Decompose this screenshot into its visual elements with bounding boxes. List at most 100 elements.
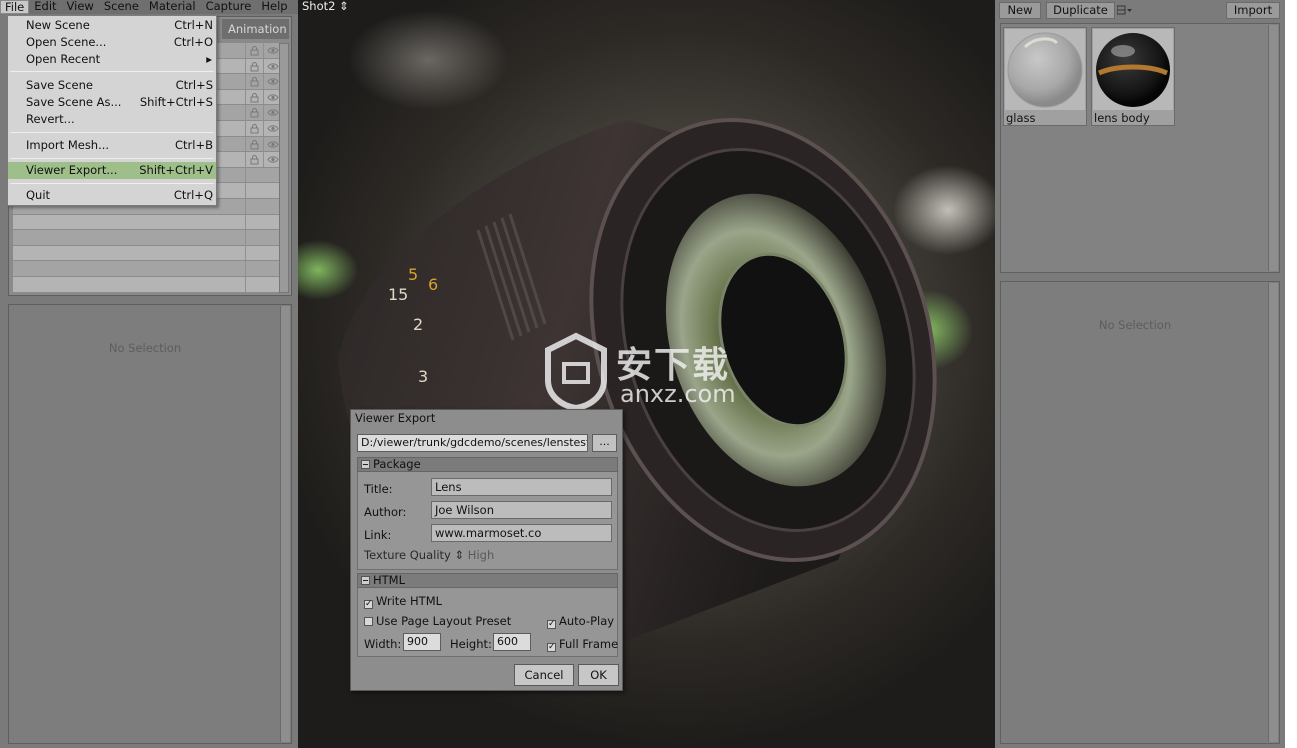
window-edge [1285,0,1297,748]
menu-help[interactable]: Help [256,0,292,14]
checkbox-checked-icon: ✓ [547,619,556,629]
row-column-divider [245,230,263,245]
collapse-icon [361,576,370,585]
left-no-selection-text: No Selection [108,341,182,355]
svg-text:6: 6 [428,275,438,294]
menubar: File Edit View Scene Material Capture He… [0,0,298,14]
use-page-layout-checkbox[interactable]: Use Page Layout Preset [364,614,511,628]
svg-text:3: 3 [418,367,428,386]
link-label: Link: [364,528,392,542]
author-input[interactable]: Joe Wilson [431,501,612,519]
scene-list-scrollbar[interactable] [279,43,289,293]
material-card-glass[interactable]: glass [1003,27,1087,126]
scene-row[interactable] [13,214,281,231]
menu-item-quit[interactable]: Quit Ctrl+Q [8,187,216,204]
material-list-scrollbar[interactable] [1268,25,1278,271]
lock-icon[interactable] [245,120,263,136]
menu-separator [10,71,214,72]
dialog-title: Viewer Export [355,411,436,425]
checkbox-unchecked-icon [364,617,373,626]
lock-icon[interactable] [245,58,263,74]
row-column-divider [245,198,263,214]
lock-icon[interactable] [245,105,263,120]
scene-row[interactable] [13,230,281,246]
menu-item-new-scene[interactable]: New Scene Ctrl+N [8,17,216,34]
menu-item-import-mesh[interactable]: Import Mesh... Ctrl+B [8,137,216,154]
height-label: Height: [450,637,492,651]
material-card-lens-body[interactable]: lens body [1091,27,1175,126]
menu-separator [10,183,214,184]
material-thumbnail [1093,29,1173,110]
write-html-checkbox[interactable]: ✓ Write HTML [364,594,442,609]
scene-row[interactable] [13,276,281,293]
duplicate-material-button[interactable]: Duplicate [1046,2,1115,19]
menu-capture[interactable]: Capture [201,0,257,14]
lock-icon[interactable] [245,74,263,89]
lock-icon[interactable] [245,89,263,105]
row-column-divider [245,276,263,292]
material-name: lens body [1094,111,1150,125]
material-properties-panel: No Selection [1000,281,1280,744]
left-pane: Animation No Selection File Edit View Sc… [0,0,298,748]
menu-item-viewer-export[interactable]: Viewer Export... Shift+Ctrl+V [8,162,216,179]
browse-button[interactable]: ... [592,434,617,452]
cancel-button[interactable]: Cancel [514,664,574,686]
menu-item-revert[interactable]: Revert... [8,111,216,128]
menu-item-save-scene-as[interactable]: Save Scene As... Shift+Ctrl+S [8,94,216,111]
row-column-divider [245,245,263,261]
menu-file[interactable]: File [0,0,30,14]
lock-icon[interactable] [245,43,263,58]
lock-icon[interactable] [245,136,263,152]
material-list-panel: glass lens body [1000,23,1280,273]
package-group-header[interactable]: Package [357,457,618,472]
view-options-icon[interactable] [1116,4,1133,16]
lock-icon[interactable] [245,152,263,167]
menu-item-open-recent[interactable]: Open Recent ▸ [8,51,216,68]
scene-row[interactable] [13,245,281,262]
import-material-button[interactable]: Import [1226,2,1280,19]
material-thumbnail [1005,29,1085,110]
auto-play-checkbox[interactable]: ✓ Auto-Play [547,614,614,629]
svg-text:2: 2 [413,315,423,334]
row-column-divider [245,167,263,183]
width-input[interactable]: 900 [403,633,441,651]
svg-text:15: 15 [388,285,408,304]
ok-button[interactable]: OK [578,664,619,686]
menu-view[interactable]: View [62,0,99,14]
viewer-export-dialog: Viewer Export D:/viewer/trunk/gdcdemo/sc… [350,409,623,691]
file-menu-dropdown: New Scene Ctrl+N Open Scene... Ctrl+O Op… [7,15,217,206]
full-frame-checkbox[interactable]: ✓ Full Frame [547,637,618,652]
title-input[interactable]: Lens [431,478,612,496]
link-input[interactable]: www.marmoset.co [431,524,612,542]
html-group: ✓ Write HTML Use Page Layout Preset ✓ Auto… [357,588,618,657]
scene-row[interactable] [13,261,281,277]
export-path-input[interactable]: D:/viewer/trunk/gdcdemo/scenes/lensteste… [357,434,588,452]
texture-quality-select[interactable]: Texture Quality ⇕ High [364,548,494,562]
shield-bag-icon [545,332,607,412]
texture-quality-value: High [467,548,495,562]
menu-item-open-scene[interactable]: Open Scene... Ctrl+O [8,34,216,51]
left-properties-scrollbar[interactable] [280,306,290,742]
tab-animation[interactable]: Animation [222,19,289,39]
row-column-divider [245,214,263,230]
submenu-arrow-icon: ▸ [206,52,212,66]
width-label: Width: [364,637,402,651]
camera-shot-selector[interactable]: Shot2 ⇕ [302,0,349,13]
menu-item-save-scene[interactable]: Save Scene Ctrl+S [8,77,216,94]
left-properties-panel: No Selection [8,304,292,744]
html-group-header[interactable]: HTML [357,573,618,588]
menu-separator [10,158,214,159]
row-column-divider [245,183,263,198]
new-material-button[interactable]: New [999,2,1041,19]
row-column-divider [245,261,263,276]
checkbox-checked-icon: ✓ [547,642,556,652]
watermark: 安下载 anxz.com [540,330,770,420]
height-input[interactable]: 600 [493,633,531,651]
material-pane: New Duplicate Import glass lens body No … [995,0,1285,748]
collapse-icon [361,460,370,469]
menu-edit[interactable]: Edit [29,0,61,14]
package-group: Title: Lens Author: Joe Wilson Link: www… [357,472,618,570]
menu-scene[interactable]: Scene [99,0,144,14]
menu-material[interactable]: Material [144,0,201,14]
material-properties-scrollbar[interactable] [1268,283,1278,742]
